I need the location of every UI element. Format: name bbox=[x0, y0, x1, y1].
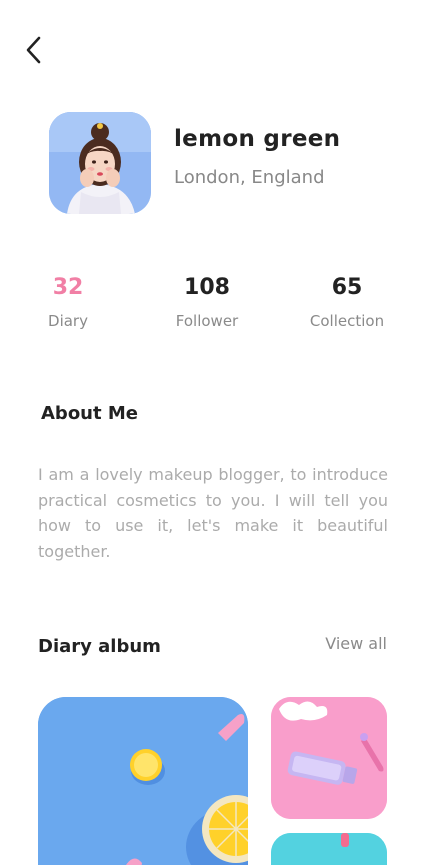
stat-follower-label: Follower bbox=[175, 312, 239, 330]
back-button[interactable] bbox=[18, 32, 50, 68]
album-photo[interactable] bbox=[271, 697, 387, 819]
profile-name: lemon green bbox=[174, 126, 341, 152]
stat-diary-value: 32 bbox=[52, 275, 84, 300]
stat-diary-label: Diary bbox=[48, 312, 88, 330]
avatar[interactable] bbox=[49, 112, 151, 214]
album-photo-image bbox=[271, 833, 387, 865]
profile-location: London, England bbox=[174, 167, 325, 188]
stat-diary[interactable]: 32 Diary bbox=[13, 275, 123, 330]
stat-follower[interactable]: 108 Follower bbox=[152, 275, 262, 330]
view-all-link[interactable]: View all bbox=[325, 634, 387, 653]
stat-collection[interactable]: 65 Collection bbox=[292, 275, 402, 330]
about-title: About Me bbox=[41, 403, 138, 424]
album-photo[interactable] bbox=[38, 697, 248, 865]
chevron-left-icon bbox=[26, 36, 41, 64]
album-photo-image bbox=[38, 697, 248, 865]
avatar-image bbox=[49, 112, 151, 214]
stat-collection-value: 65 bbox=[331, 275, 363, 300]
album-title: Diary album bbox=[38, 636, 161, 657]
about-text: I am a lovely makeup blogger, to introdu… bbox=[38, 465, 388, 561]
album-photo-image bbox=[271, 697, 387, 819]
album-photo[interactable] bbox=[271, 833, 387, 865]
stat-follower-value: 108 bbox=[184, 275, 230, 300]
stat-collection-label: Collection bbox=[309, 312, 385, 330]
